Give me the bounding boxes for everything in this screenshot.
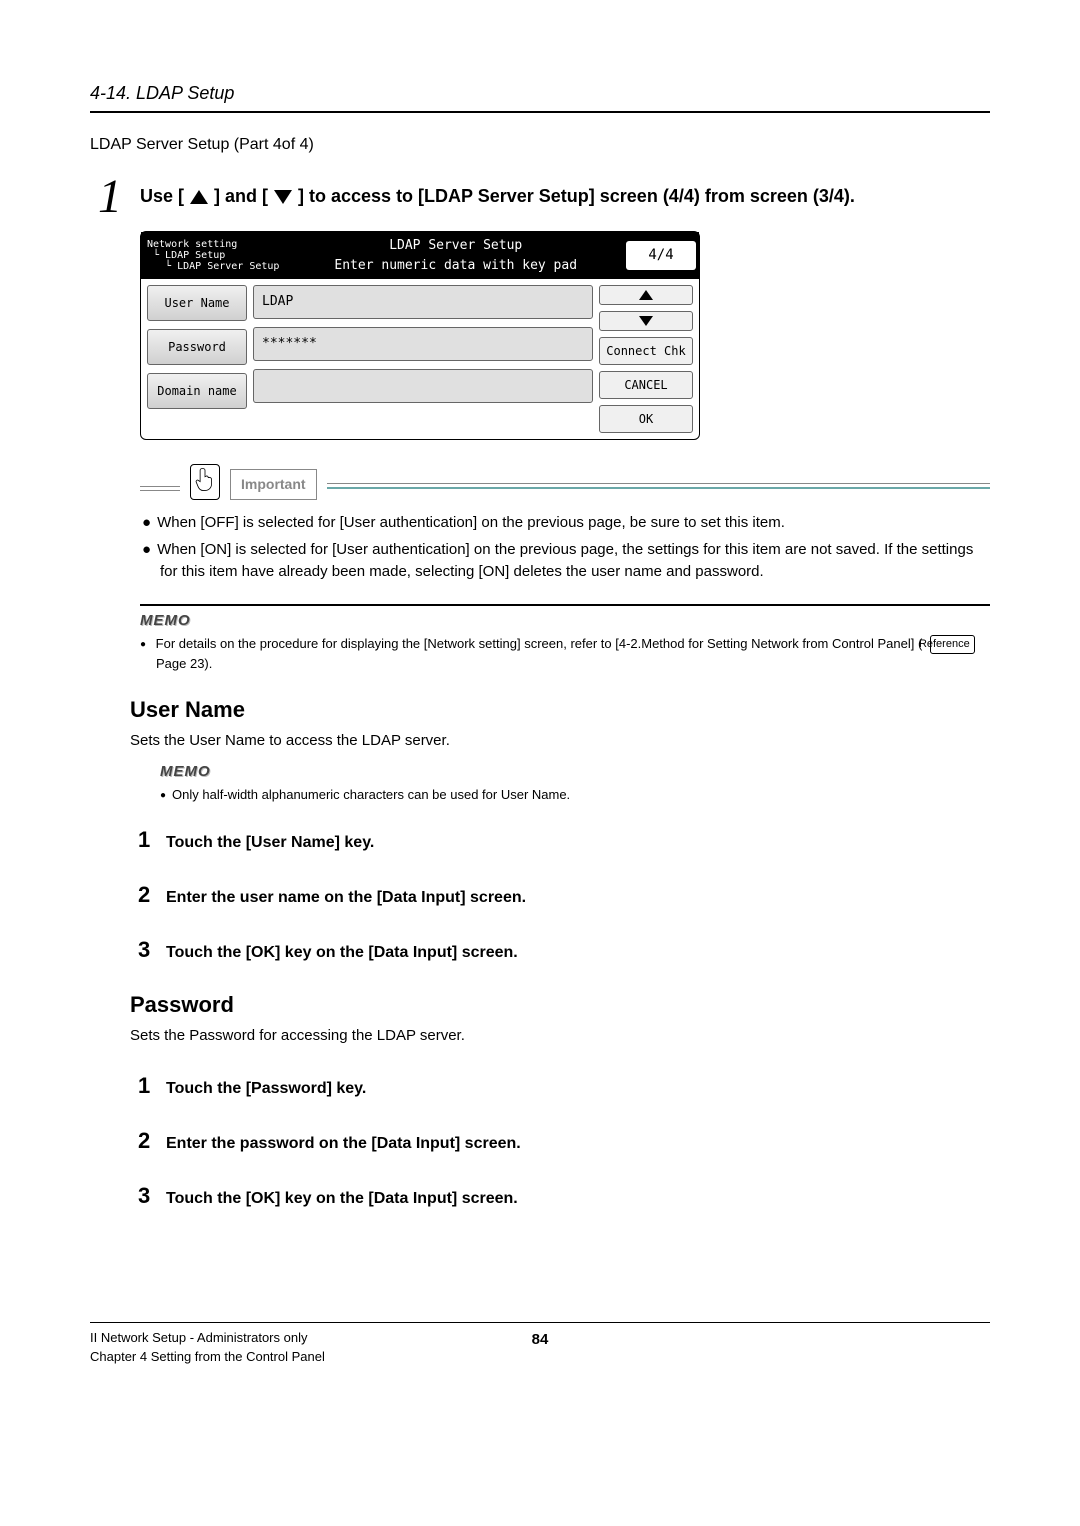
step-text: Touch the [User Name] key.: [166, 831, 374, 855]
arrow-up-icon: [639, 290, 653, 300]
important-item: When [ON] is selected for [User authenti…: [142, 539, 990, 584]
password-desc: Sets the Password for accessing the LDAP…: [130, 1025, 990, 1048]
numbered-step: 3 Touch the [OK] key on the [Data Input]…: [138, 933, 990, 966]
important-label: Important: [230, 469, 317, 500]
important-list: When [OFF] is selected for [User authent…: [140, 512, 990, 584]
screenshot-title-line1: LDAP Server Setup: [285, 236, 626, 256]
step-number: 2: [138, 1124, 166, 1157]
step-text: Touch the [OK] key on the [Data Input] s…: [166, 1187, 518, 1211]
scroll-up-button[interactable]: [599, 285, 693, 305]
breadcrumb: Network setting └ LDAP Setup └ LDAP Serv…: [141, 237, 285, 274]
password-field[interactable]: *******: [253, 327, 593, 361]
hand-icon: [190, 464, 220, 500]
page-indicator: 4/4: [626, 241, 696, 270]
memo-item: For details on the procedure for display…: [140, 634, 990, 673]
step1-mid: ] and [: [214, 183, 268, 210]
memo-item: Only half-width alphanumeric characters …: [160, 785, 990, 805]
cancel-button[interactable]: CANCEL: [599, 371, 693, 399]
scroll-down-button[interactable]: [599, 311, 693, 331]
memo-list: Only half-width alphanumeric characters …: [160, 785, 990, 805]
reference-badge: Reference: [930, 635, 975, 654]
user-name-field[interactable]: LDAP: [253, 285, 593, 319]
footer-left: II Network Setup - Administrators only C…: [90, 1329, 325, 1365]
screenshot-right-col: Connect Chk CANCEL OK: [593, 285, 693, 433]
screenshot-title: LDAP Server Setup Enter numeric data wit…: [285, 232, 626, 279]
memo-list: For details on the procedure for display…: [140, 634, 990, 673]
step-number: 2: [138, 878, 166, 911]
step1-pre: Use [: [140, 183, 184, 210]
step-number: 1: [138, 1069, 166, 1102]
numbered-step: 2 Enter the password on the [Data Input]…: [138, 1124, 990, 1157]
numbered-step: 1 Touch the [Password] key.: [138, 1069, 990, 1102]
numbered-step: 3 Touch the [OK] key on the [Data Input]…: [138, 1179, 990, 1212]
arrow-down-icon: [274, 190, 292, 204]
step-text: Enter the user name on the [Data Input] …: [166, 886, 526, 910]
domain-name-field[interactable]: [253, 369, 593, 403]
ldap-screenshot: Network setting └ LDAP Setup └ LDAP Serv…: [140, 231, 700, 440]
memo-text-post: Page 23).: [156, 656, 212, 671]
ok-button[interactable]: OK: [599, 405, 693, 433]
section-header: 4-14. LDAP Setup: [90, 80, 990, 113]
step-text: Touch the [OK] key on the [Data Input] s…: [166, 941, 518, 965]
screenshot-left-col: User Name Password Domain name: [147, 285, 253, 433]
connect-chk-button[interactable]: Connect Chk: [599, 337, 693, 365]
memo-title: MEMO: [160, 761, 990, 784]
step-number: 1: [138, 823, 166, 856]
arrow-up-icon: [190, 190, 208, 204]
decor-lines-left: [140, 476, 180, 500]
screenshot-body: User Name Password Domain name LDAP ****…: [141, 279, 699, 439]
step-text: Touch the [Password] key.: [166, 1077, 366, 1101]
password-button[interactable]: Password: [147, 329, 247, 365]
step-number: 3: [138, 933, 166, 966]
screenshot-title-line2: Enter numeric data with key pad: [285, 256, 626, 276]
page-number: 84: [532, 1329, 549, 1352]
user-name-heading: User Name: [130, 693, 990, 726]
numbered-step: 2 Enter the user name on the [Data Input…: [138, 878, 990, 911]
password-heading: Password: [130, 988, 990, 1021]
domain-name-button[interactable]: Domain name: [147, 373, 247, 409]
subtitle: LDAP Server Setup (Part 4of 4): [90, 133, 990, 157]
footer-line1: II Network Setup - Administrators only: [90, 1329, 325, 1347]
memo-text-pre: For details on the procedure for display…: [156, 636, 923, 651]
decor-lines-right: [327, 474, 990, 498]
step-text: Enter the password on the [Data Input] s…: [166, 1132, 521, 1156]
important-callout: Important When [OFF] is selected for [Us…: [140, 464, 990, 584]
step-number: 3: [138, 1179, 166, 1212]
step1-post: ] to access to [LDAP Server Setup] scree…: [298, 183, 855, 210]
user-name-button[interactable]: User Name: [147, 285, 247, 321]
page-footer: II Network Setup - Administrators only C…: [90, 1322, 990, 1365]
footer-line2: Chapter 4 Setting from the Control Panel: [90, 1348, 325, 1366]
memo-rule: [140, 604, 990, 606]
screenshot-header: Network setting └ LDAP Setup └ LDAP Serv…: [141, 232, 699, 279]
step-1-row: 1 Use [ ] and [ ] to access to [LDAP Ser…: [90, 173, 990, 221]
numbered-step: 1 Touch the [User Name] key.: [138, 823, 990, 856]
memo-block: MEMO For details on the procedure for di…: [140, 604, 990, 674]
step-1-number: 1: [90, 173, 130, 221]
memo-title: MEMO: [140, 610, 990, 633]
arrow-down-icon: [639, 316, 653, 326]
screenshot-mid-col: LDAP *******: [253, 285, 593, 433]
step-1-text: Use [ ] and [ ] to access to [LDAP Serve…: [140, 173, 855, 210]
user-name-desc: Sets the User Name to access the LDAP se…: [130, 730, 990, 753]
user-name-memo: MEMO Only half-width alphanumeric charac…: [160, 761, 990, 805]
important-item: When [OFF] is selected for [User authent…: [142, 512, 990, 535]
